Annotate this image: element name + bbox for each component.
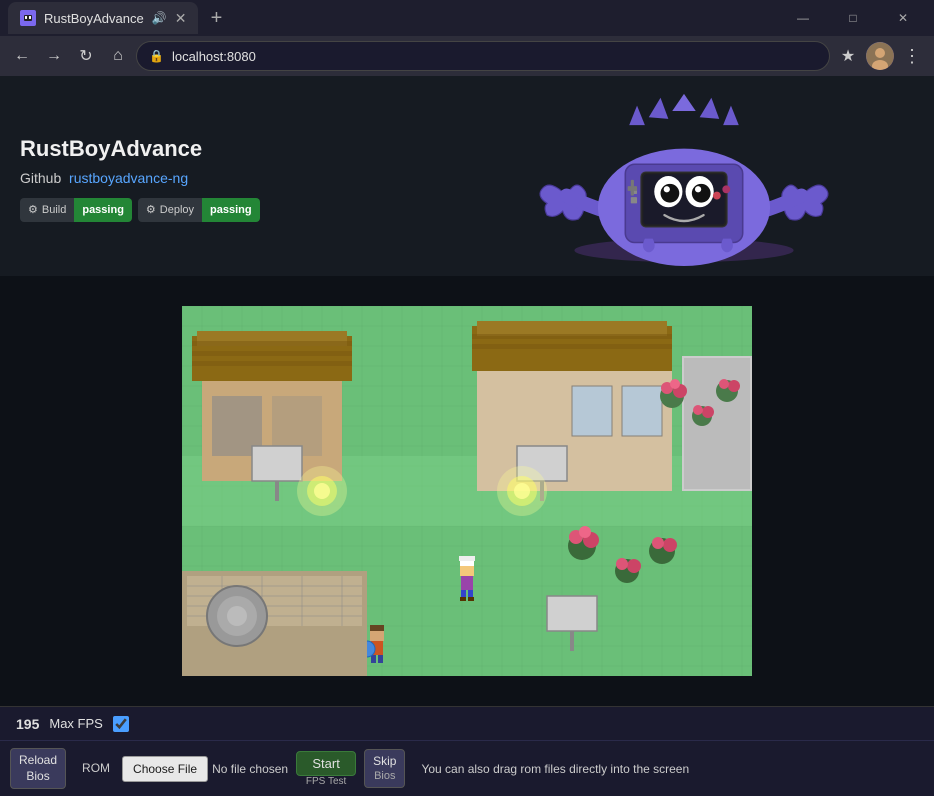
- address-bar[interactable]: 🔒 localhost:8080: [136, 41, 830, 71]
- max-fps-label: Max FPS: [49, 716, 102, 731]
- forward-button[interactable]: →: [40, 42, 68, 70]
- deploy-badge-value: passing: [202, 198, 260, 222]
- game-scene-svg: [182, 306, 752, 676]
- no-file-text: No file chosen: [212, 762, 288, 776]
- fps-value: 195: [16, 716, 39, 732]
- bookmark-button[interactable]: ★: [834, 42, 862, 70]
- back-button[interactable]: ←: [8, 42, 36, 70]
- nav-bar: ← → ↻ ⌂ 🔒 localhost:8080 ★ ⋮: [0, 36, 934, 76]
- header-section: RustBoyAdvance Github rustboyadvance-ng …: [0, 76, 934, 276]
- new-tab-button[interactable]: +: [202, 4, 230, 32]
- reload-bios-button[interactable]: Reload Bios: [10, 748, 66, 789]
- deploy-badge-label: ⚙ Deploy: [138, 198, 202, 222]
- window-controls: — □ ✕: [780, 2, 926, 34]
- tab-favicon: [20, 10, 36, 26]
- browser-chrome: RustBoyAdvance 🔊 ✕ + — □ ✕ ← → ↻ ⌂ 🔒 loc…: [0, 0, 934, 76]
- lock-icon: 🔒: [149, 49, 164, 63]
- start-button[interactable]: Start: [296, 751, 356, 776]
- bios-sub-label: Bios: [26, 769, 49, 785]
- header-left: RustBoyAdvance Github rustboyadvance-ng …: [20, 136, 260, 222]
- tab-title: RustBoyAdvance: [44, 11, 144, 26]
- badges: ⚙ Build passing ⚙ Deploy passing: [20, 198, 260, 222]
- mascot-svg: [504, 76, 864, 276]
- tab-close-button[interactable]: ✕: [175, 10, 187, 27]
- tab-audio-icon[interactable]: 🔊: [152, 11, 167, 25]
- menu-button[interactable]: ⋮: [898, 42, 926, 70]
- rom-label: ROM: [74, 757, 118, 781]
- home-button[interactable]: ⌂: [104, 42, 132, 70]
- avatar[interactable]: [866, 42, 894, 70]
- deploy-badge: ⚙ Deploy passing: [138, 198, 260, 222]
- github-link-container: Github rustboyadvance-ng: [20, 170, 260, 186]
- build-badge-value: passing: [74, 198, 132, 222]
- deploy-icon: ⚙: [146, 203, 156, 216]
- skip-bios-group[interactable]: Skip Bios: [364, 749, 405, 789]
- file-input-area: ROM Choose File No file chosen: [74, 756, 288, 782]
- game-canvas[interactable]: [182, 306, 752, 676]
- choose-file-button[interactable]: Choose File: [122, 756, 208, 782]
- github-link[interactable]: rustboyadvance-ng: [69, 170, 188, 186]
- build-badge: ⚙ Build passing: [20, 198, 132, 222]
- url-text: localhost:8080: [172, 49, 256, 64]
- game-area: [0, 276, 934, 706]
- bottom-controls: Reload Bios ROM Choose File No file chos…: [0, 740, 934, 796]
- app-title: RustBoyAdvance: [20, 136, 260, 162]
- max-fps-checkbox[interactable]: [113, 716, 129, 732]
- minimize-button[interactable]: —: [780, 2, 826, 34]
- mascot-container: [454, 76, 914, 276]
- build-badge-label: ⚙ Build: [20, 198, 74, 222]
- title-bar: RustBoyAdvance 🔊 ✕ + — □ ✕: [0, 0, 934, 36]
- github-icon: ⚙: [28, 203, 38, 216]
- bios-label: Bios: [374, 769, 395, 783]
- maximize-button[interactable]: □: [830, 2, 876, 34]
- github-label: Github: [20, 170, 61, 186]
- skip-label: Skip: [373, 754, 396, 770]
- browser-tab[interactable]: RustBoyAdvance 🔊 ✕: [8, 2, 198, 34]
- close-button[interactable]: ✕: [880, 2, 926, 34]
- fps-test-label: FPS Test: [306, 776, 346, 787]
- drag-hint: You can also drag rom files directly int…: [421, 762, 689, 776]
- status-bar: 195 Max FPS: [0, 706, 934, 740]
- page-content: RustBoyAdvance Github rustboyadvance-ng …: [0, 76, 934, 796]
- reload-label: Reload: [19, 753, 57, 769]
- start-fps-group: Start FPS Test: [296, 751, 356, 787]
- refresh-button[interactable]: ↻: [72, 42, 100, 70]
